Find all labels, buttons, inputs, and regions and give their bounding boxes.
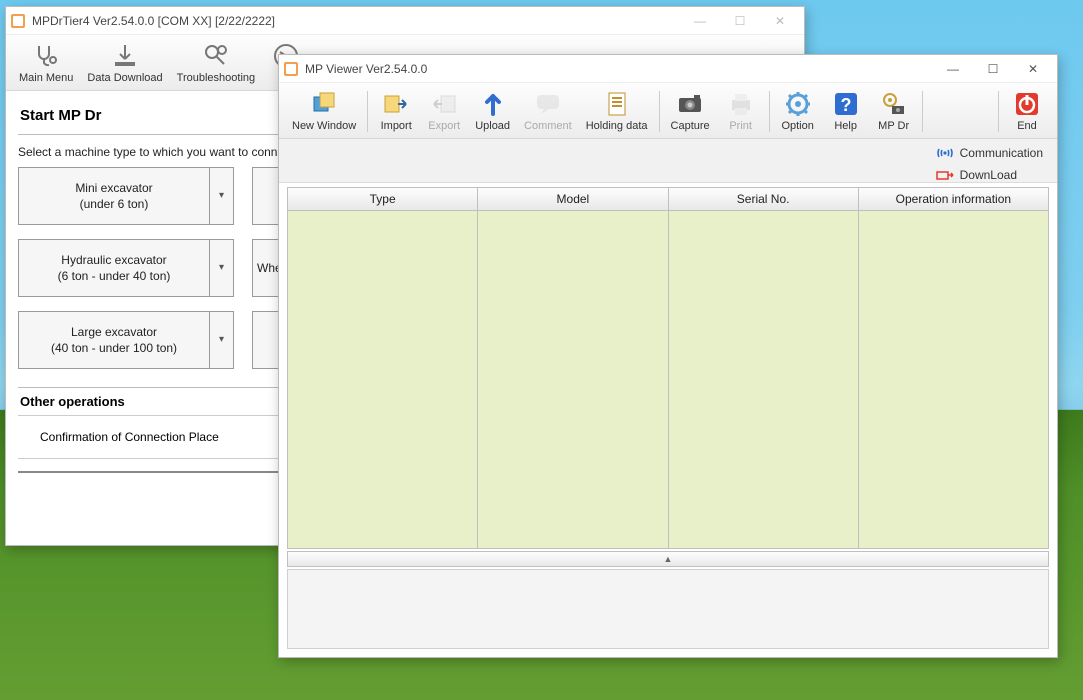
- app-icon: [283, 61, 299, 77]
- win1-minimize-button[interactable]: —: [680, 9, 720, 33]
- table-cell[interactable]: [669, 211, 859, 548]
- win2-title: MP Viewer Ver2.54.0.0: [305, 62, 427, 76]
- holding-data-button[interactable]: Holding data: [579, 87, 655, 136]
- new-window-icon: [310, 90, 338, 118]
- toolbar-label: New Window: [292, 120, 356, 132]
- col-type[interactable]: Type: [288, 188, 478, 210]
- win2-titlebar: MP Viewer Ver2.54.0.0 — ☐ ✕: [279, 55, 1057, 83]
- toolbar-label: Comment: [524, 120, 572, 132]
- stethoscope-icon: [32, 42, 60, 70]
- camera-icon: [676, 90, 704, 118]
- option-button[interactable]: Option: [774, 87, 822, 136]
- table-body: [288, 211, 1048, 548]
- machine-dropdown-toggle[interactable]: ▾: [209, 311, 234, 369]
- win1-titlebar: MPDrTier4 Ver2.54.0.0 [COM XX] [2/22/222…: [6, 7, 804, 35]
- gear-icon: [784, 90, 812, 118]
- machine-dropdown-toggle[interactable]: ▾: [209, 167, 234, 225]
- main-menu-button[interactable]: Main Menu: [12, 39, 80, 88]
- app-icon: [10, 13, 26, 29]
- chevron-down-icon: ▾: [219, 189, 224, 203]
- download-status-icon: [936, 168, 954, 182]
- comment-icon: [534, 90, 562, 118]
- machine-mini-excavator[interactable]: Mini excavator(under 6 ton) ▾: [18, 167, 210, 225]
- table-cell[interactable]: [478, 211, 668, 548]
- machine-label: Mini excavator: [75, 181, 152, 195]
- machine-sublabel: (40 ton - under 100 ton): [51, 341, 177, 355]
- holding-data-icon: [603, 90, 631, 118]
- toolbar-label: End: [1017, 120, 1037, 132]
- toolbar-label: MP Dr: [878, 120, 909, 132]
- win1-title: MPDrTier4 Ver2.54.0.0 [COM XX] [2/22/222…: [32, 14, 275, 28]
- import-icon: [382, 90, 410, 118]
- toolbar-label: Upload: [475, 120, 510, 132]
- col-serial[interactable]: Serial No.: [669, 188, 859, 210]
- toolbar-label: Option: [781, 120, 813, 132]
- win1-close-button[interactable]: ✕: [760, 9, 800, 33]
- data-download-label: Data Download: [87, 72, 162, 84]
- status-row: Communication DownLoad: [279, 139, 1057, 183]
- print-button[interactable]: Print: [717, 87, 765, 136]
- win2-minimize-button[interactable]: —: [933, 57, 973, 81]
- capture-button[interactable]: Capture: [664, 87, 717, 136]
- communication-label[interactable]: Communication: [960, 146, 1043, 160]
- machine-large-excavator[interactable]: Large excavator(40 ton - under 100 ton) …: [18, 311, 210, 369]
- print-icon: [727, 90, 755, 118]
- toolbar-label: Help: [834, 120, 857, 132]
- machine-sublabel: (6 ton - under 40 ton): [58, 269, 171, 283]
- trouble-icon: [202, 42, 230, 70]
- help-icon: ?: [832, 90, 860, 118]
- win1-maximize-button[interactable]: ☐: [720, 9, 760, 33]
- col-model[interactable]: Model: [478, 188, 668, 210]
- upload-button[interactable]: Upload: [468, 87, 517, 136]
- win2-maximize-button[interactable]: ☐: [973, 57, 1013, 81]
- toolbar-label: Export: [428, 120, 460, 132]
- export-button[interactable]: Export: [420, 87, 468, 136]
- win2-toolbar: New Window Import Export Upload Comment: [279, 83, 1057, 139]
- win2-close-button[interactable]: ✕: [1013, 57, 1053, 81]
- machine-dropdown-toggle[interactable]: ▾: [209, 239, 234, 297]
- data-download-button[interactable]: Data Download: [80, 39, 169, 88]
- toolbar-label: Import: [381, 120, 412, 132]
- detail-pane: [287, 569, 1049, 649]
- machine-hydraulic-excavator[interactable]: Hydraulic excavator (6 ton - under 40 ton…: [18, 239, 210, 297]
- upload-icon: [479, 90, 507, 118]
- export-icon: [430, 90, 458, 118]
- col-operation-info[interactable]: Operation information: [859, 188, 1048, 210]
- table-cell[interactable]: [859, 211, 1048, 548]
- download-label[interactable]: DownLoad: [960, 168, 1017, 182]
- troubleshooting-label: Troubleshooting: [177, 72, 255, 84]
- troubleshooting-button[interactable]: Troubleshooting: [170, 39, 262, 88]
- chevron-down-icon: ▾: [219, 333, 224, 347]
- import-button[interactable]: Import: [372, 87, 420, 136]
- chevron-up-icon: ▲: [664, 554, 673, 564]
- end-button[interactable]: End: [1003, 87, 1051, 136]
- table-cell[interactable]: [288, 211, 478, 548]
- main-menu-label: Main Menu: [19, 72, 73, 84]
- comment-button[interactable]: Comment: [517, 87, 579, 136]
- machine-label: Hydraulic excavator: [61, 253, 166, 267]
- data-table: Type Model Serial No. Operation informat…: [287, 187, 1049, 549]
- communication-icon: [936, 146, 954, 160]
- machine-label: Large excavator: [71, 325, 157, 339]
- machine-sublabel: (under 6 ton): [80, 197, 149, 211]
- toolbar-label: Print: [729, 120, 752, 132]
- power-icon: [1013, 90, 1041, 118]
- new-window-button[interactable]: New Window: [285, 87, 363, 136]
- mpdr-button[interactable]: MP Dr: [870, 87, 918, 136]
- mpdr-icon: [880, 90, 908, 118]
- chevron-down-icon: ▾: [219, 261, 224, 275]
- toolbar-label: Holding data: [586, 120, 648, 132]
- help-button[interactable]: ? Help: [822, 87, 870, 136]
- download-icon: [111, 42, 139, 70]
- expander-handle[interactable]: ▲: [287, 551, 1049, 567]
- svg-text:?: ?: [840, 95, 851, 115]
- toolbar-label: Capture: [671, 120, 710, 132]
